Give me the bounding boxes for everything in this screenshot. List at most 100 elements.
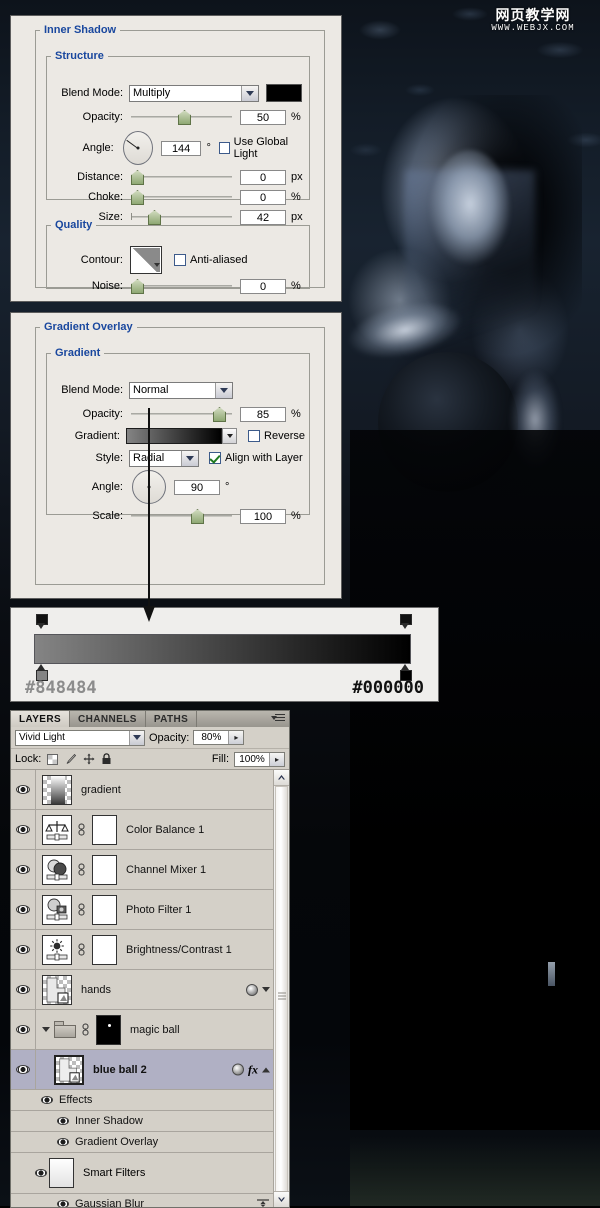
chevron-up-icon[interactable]: [262, 1067, 270, 1072]
layer-mask-link-icon[interactable]: [76, 822, 87, 837]
table-row[interactable]: blue ball 2 fx: [11, 1050, 274, 1090]
choke-input[interactable]: 0: [240, 189, 286, 205]
fx-badge-icon[interactable]: fx: [248, 1062, 258, 1077]
table-row[interactable]: hands: [11, 970, 274, 1010]
list-item[interactable]: Gaussian Blur: [11, 1194, 274, 1207]
list-item[interactable]: Inner Shadow: [11, 1111, 274, 1132]
gradient-opacity-stop-left[interactable]: [35, 614, 48, 630]
opacity-slider[interactable]: [131, 110, 232, 125]
go-opacity-slider[interactable]: [131, 407, 232, 422]
angle-dial[interactable]: [122, 131, 153, 165]
table-row[interactable]: Channel Mixer 1: [11, 850, 274, 890]
effect-visibility-toggle[interactable]: [51, 1117, 75, 1125]
layer-name[interactable]: Color Balance 1: [126, 824, 204, 836]
layer-thumbnail[interactable]: [42, 774, 72, 805]
table-row[interactable]: gradient: [11, 770, 274, 810]
chevron-down-icon[interactable]: [129, 730, 144, 745]
layer-name[interactable]: gradient: [81, 784, 121, 796]
scale-slider[interactable]: [131, 509, 232, 524]
list-item[interactable]: Smart Filters: [11, 1153, 274, 1194]
layer-visibility-toggle[interactable]: [11, 810, 36, 849]
contour-preset-picker[interactable]: [130, 246, 162, 274]
noise-input[interactable]: 0: [240, 278, 286, 294]
layer-name[interactable]: Photo Filter 1: [126, 904, 191, 916]
go-blend-mode-select[interactable]: Normal: [129, 381, 233, 399]
noise-slider[interactable]: [131, 279, 232, 294]
layer-visibility-toggle[interactable]: [11, 930, 36, 969]
lock-transparency-icon[interactable]: [46, 753, 59, 766]
slider-knob[interactable]: [131, 190, 144, 205]
layer-mask-link-icon[interactable]: [80, 1022, 91, 1037]
layer-name[interactable]: Brightness/Contrast 1: [126, 944, 232, 956]
layer-fill-field[interactable]: 100% ▸: [234, 751, 285, 767]
adjustment-thumbnail[interactable]: [42, 894, 72, 925]
layer-name[interactable]: magic ball: [130, 1024, 180, 1036]
blend-mode-select[interactable]: Multiply: [129, 84, 259, 102]
opacity-scrubber-icon[interactable]: ▸: [228, 731, 244, 744]
slider-knob[interactable]: [131, 170, 144, 185]
use-global-light-checkbox[interactable]: [218, 142, 230, 154]
chevron-down-icon[interactable]: [241, 85, 258, 101]
layer-mask-link-icon[interactable]: [76, 902, 87, 917]
layer-visibility-toggle[interactable]: [11, 890, 36, 929]
scroll-down-arrow-icon[interactable]: [274, 1191, 289, 1207]
group-expand-triangle-icon[interactable]: [40, 1027, 52, 1032]
gradient-preset-chevron-icon[interactable]: [222, 428, 238, 444]
layer-mask-link-icon[interactable]: [76, 942, 87, 957]
smart-filters-visibility-toggle[interactable]: [35, 1169, 47, 1177]
table-row[interactable]: Brightness/Contrast 1: [11, 930, 274, 970]
slider-knob[interactable]: [191, 509, 204, 524]
smart-filter-mask-thumbnail[interactable]: [49, 1158, 74, 1188]
chevron-down-icon[interactable]: [215, 382, 232, 398]
group-mask-thumbnail[interactable]: [96, 1014, 121, 1045]
layer-mask-link-icon[interactable]: [76, 862, 87, 877]
tab-paths[interactable]: PATHS: [146, 711, 198, 727]
scroll-up-arrow-icon[interactable]: [274, 770, 289, 786]
table-row[interactable]: Photo Filter 1: [11, 890, 274, 930]
layer-visibility-toggle[interactable]: [11, 1050, 36, 1089]
style-select[interactable]: Radial: [129, 449, 199, 467]
table-row[interactable]: Color Balance 1: [11, 810, 274, 850]
layer-name[interactable]: hands: [81, 984, 111, 996]
layer-opacity-field[interactable]: 80% ▸: [193, 730, 245, 745]
slider-knob[interactable]: [213, 407, 226, 422]
layer-visibility-toggle[interactable]: [11, 850, 36, 889]
shadow-color-swatch[interactable]: [266, 84, 302, 102]
slider-knob[interactable]: [178, 110, 191, 125]
go-opacity-input[interactable]: 85: [240, 406, 286, 422]
effects-visibility-toggle[interactable]: [35, 1096, 59, 1104]
slider-knob[interactable]: [131, 279, 144, 294]
layer-blend-mode-select[interactable]: Vivid Light: [15, 729, 145, 746]
gradient-opacity-stop-right[interactable]: [399, 614, 412, 630]
layer-visibility-toggle[interactable]: [11, 770, 36, 809]
layer-mask-thumbnail[interactable]: [92, 814, 117, 845]
layer-thumbnail[interactable]: [42, 974, 72, 1005]
reverse-checkbox[interactable]: [248, 430, 261, 442]
gradient-preview-swatch[interactable]: [125, 428, 222, 444]
effect-name[interactable]: Gradient Overlay: [75, 1136, 158, 1148]
fill-scrubber-icon[interactable]: ▸: [269, 752, 284, 766]
layer-name[interactable]: Channel Mixer 1: [126, 864, 206, 876]
layer-visibility-toggle[interactable]: [11, 970, 36, 1009]
scale-input[interactable]: 100: [240, 508, 286, 524]
align-with-layer-checkbox[interactable]: [209, 452, 221, 464]
lock-all-padlock-icon[interactable]: [100, 753, 113, 766]
adjustment-thumbnail[interactable]: [42, 854, 72, 885]
distance-input[interactable]: 0: [240, 169, 286, 185]
tab-layers[interactable]: LAYERS: [11, 711, 71, 727]
effect-visibility-toggle[interactable]: [51, 1138, 75, 1146]
layer-visibility-toggle[interactable]: [11, 1010, 36, 1049]
gradient-ramp[interactable]: [34, 634, 411, 664]
layer-mask-thumbnail[interactable]: [92, 854, 117, 885]
chevron-down-icon[interactable]: [154, 263, 160, 267]
angle-input[interactable]: 144: [160, 140, 202, 156]
layer-mask-thumbnail[interactable]: [92, 934, 117, 965]
chevron-down-icon[interactable]: [262, 987, 270, 992]
list-item[interactable]: Gradient Overlay: [11, 1132, 274, 1153]
adjustment-thumbnail[interactable]: [42, 934, 72, 965]
table-row[interactable]: magic ball: [11, 1010, 274, 1050]
layers-scrollbar[interactable]: [273, 770, 289, 1207]
lock-position-move-icon[interactable]: [82, 753, 95, 766]
layer-name[interactable]: blue ball 2: [93, 1064, 147, 1076]
adjustment-thumbnail[interactable]: [42, 814, 72, 845]
